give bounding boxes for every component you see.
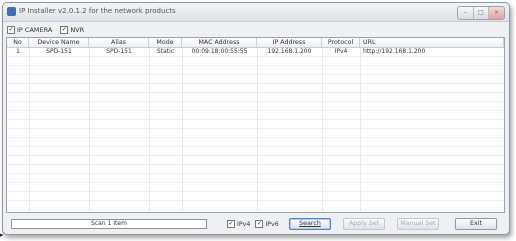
pointer-arrow-icon: ▸ [0,231,4,239]
column-divider [182,48,183,212]
window-controls: – □ × [457,6,505,20]
cell-mac-address: 00:09:18:00:55:55 [191,48,248,55]
scan-status: Scan 1 Item [11,219,207,229]
nvr-checkbox[interactable]: ✓ [60,26,69,34]
column-header-mac-address[interactable]: MAC Address [182,38,257,47]
column-header-mode[interactable]: Mode [149,38,182,47]
device-type-filters: ✓ IP CAMERA ✓ NVR [7,25,84,35]
protocol-options: ✓ IPv4 ✓ IPv6 [227,219,279,229]
ipv4-label: IPv4 [237,221,251,228]
ip-installer-window: IP Installer v2.0.1.2 for the network pr… [2,2,510,235]
ipv6-label: IPv6 [265,221,279,228]
cell-mode: Static [156,48,175,55]
column-divider [360,48,361,212]
cell-protocol: IPv4 [334,48,348,55]
apply-set-button[interactable]: Apply Set [343,218,385,230]
exit-button[interactable]: Exit [455,218,497,230]
maximize-button[interactable]: □ [473,7,490,19]
manual-set-button[interactable]: Manual Set [397,218,439,230]
column-divider [89,48,90,212]
column-header-url[interactable]: URL [360,38,504,47]
column-divider [29,48,30,212]
ipv4-option[interactable]: ✓ IPv4 [227,220,250,228]
ip-camera-label: IP CAMERA [17,26,53,34]
column-header-ip-address[interactable]: IP Address [257,38,322,47]
app-icon [7,7,16,16]
list-header: No Device Name Alias Mode MAC Address IP… [7,38,504,48]
cell-alias: SPD-151 [106,48,132,55]
column-divider [149,48,150,212]
device-list[interactable]: No Device Name Alias Mode MAC Address IP… [6,37,505,213]
column-divider [257,48,258,212]
ip-camera-checkbox[interactable]: ✓ [7,26,15,34]
filter-ip-camera[interactable]: ✓ IP CAMERA [7,26,52,34]
ipv4-checkbox[interactable]: ✓ [227,220,235,228]
nvr-label: NVR [70,26,85,34]
column-header-device-name[interactable]: Device Name [29,38,89,47]
cell-no: 1 [16,48,20,55]
column-header-alias[interactable]: Alias [89,38,149,47]
bottom-bar: Scan 1 Item ✓ IPv4 ✓ IPv6 Search Apply Set… [3,216,509,234]
close-button[interactable]: × [489,7,504,19]
filter-nvr[interactable]: ✓ NVR [60,26,84,34]
list-grid [7,48,504,212]
cell-url[interactable]: http://192.168.1.200 [360,48,504,56]
table-row[interactable]: 1 SPD-151 SPD-151 Static 00:09:18:00:55:… [7,48,504,56]
ipv6-checkbox[interactable]: ✓ [255,220,264,228]
cell-device-name: SPD-151 [46,48,72,55]
column-header-no[interactable]: No [7,38,29,47]
column-header-protocol[interactable]: Protocol [322,38,360,47]
title-bar[interactable]: IP Installer v2.0.1.2 for the network pr… [3,3,509,22]
minimize-button[interactable]: – [458,7,474,19]
search-button[interactable]: Search [289,218,331,230]
ipv6-option[interactable]: ✓ IPv6 [255,220,279,228]
cell-ip-address: 192.168.1.200 [267,48,312,55]
window-title: IP Installer v2.0.1.2 for the network pr… [19,7,176,15]
column-divider [322,48,323,212]
